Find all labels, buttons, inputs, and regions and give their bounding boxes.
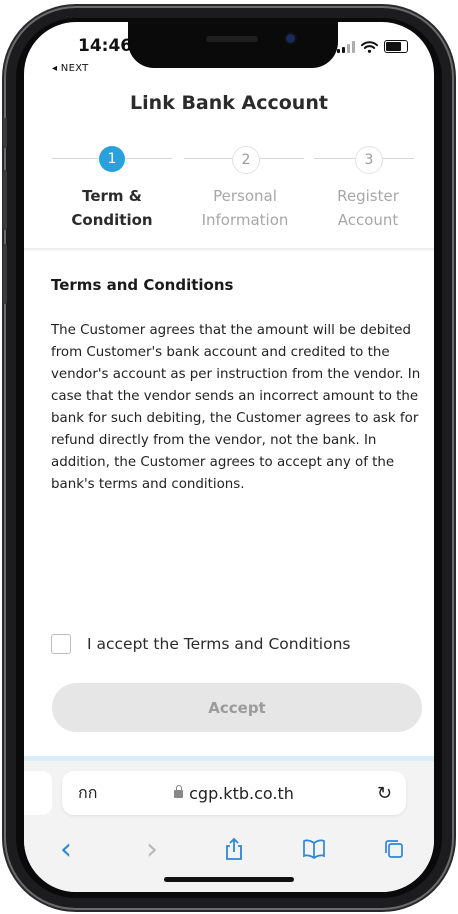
notch (128, 22, 338, 68)
step-2-label-line2: Information (201, 211, 289, 229)
signal-icon (337, 40, 355, 53)
share-icon[interactable] (214, 829, 254, 869)
volume-up-button (3, 170, 7, 230)
step-2-label-line1: Personal (213, 187, 277, 205)
terms-heading: Terms and Conditions (51, 276, 234, 294)
phone-screen: 14:46 ◂ NEXT Link Bank Account 1 2 3 Ter… (24, 22, 434, 892)
reload-icon[interactable]: ↻ (377, 783, 392, 804)
header-divider (24, 248, 434, 252)
back-to-app-link[interactable]: ◂ NEXT (52, 63, 89, 74)
step-3-label: Register Account (298, 184, 434, 232)
step-3-indicator: 3 (355, 146, 383, 174)
terms-body: The Customer agrees that the amount will… (51, 323, 421, 492)
share-glyph (226, 837, 242, 860)
url-display[interactable]: cgp.ktb.co.th (62, 784, 406, 803)
speaker-grille (206, 36, 258, 42)
accept-terms-checkbox[interactable] (51, 634, 71, 654)
front-camera-icon (286, 34, 295, 43)
forward-icon[interactable]: › (132, 829, 172, 869)
accept-terms-row[interactable]: I accept the Terms and Conditions (51, 634, 351, 654)
step-3-label-line2: Account (337, 211, 399, 229)
wifi-icon (361, 40, 378, 53)
bookmarks-icon[interactable] (294, 829, 334, 869)
silent-switch (3, 118, 7, 148)
accept-terms-label[interactable]: I accept the Terms and Conditions (87, 635, 351, 653)
book-glyph (303, 839, 325, 859)
browser-toolbar: ‹ › (24, 829, 434, 869)
home-indicator (164, 877, 294, 882)
step-2-label: Personal Information (175, 184, 315, 232)
previous-tab-peek[interactable] (24, 771, 52, 815)
back-icon[interactable]: ‹ (46, 829, 86, 869)
accept-button[interactable]: Accept (52, 683, 422, 732)
volume-down-button (3, 244, 7, 304)
lock-icon (174, 784, 184, 798)
status-icons (337, 40, 408, 53)
safari-bottom-bar: กก cgp.ktb.co.th ↻ ‹ › (24, 761, 434, 892)
battery-icon (384, 40, 408, 53)
step-2-indicator: 2 (232, 146, 260, 174)
step-1-indicator: 1 (99, 146, 125, 172)
page-title: Link Bank Account (130, 92, 328, 114)
address-bar[interactable]: กก cgp.ktb.co.th ↻ (62, 771, 406, 815)
step-1-label-line1: Term & (82, 187, 142, 205)
progress-stepper: 1 2 3 Term & Condition Personal Informat… (24, 142, 434, 242)
step-3-label-line1: Register (337, 187, 399, 205)
tabs-glyph (385, 840, 403, 858)
step-1-label-line2: Condition (71, 211, 153, 229)
tabs-icon[interactable] (374, 829, 414, 869)
step-1-label: Term & Condition (42, 184, 182, 232)
url-text: cgp.ktb.co.th (189, 783, 294, 803)
status-time: 14:46 (78, 36, 133, 56)
